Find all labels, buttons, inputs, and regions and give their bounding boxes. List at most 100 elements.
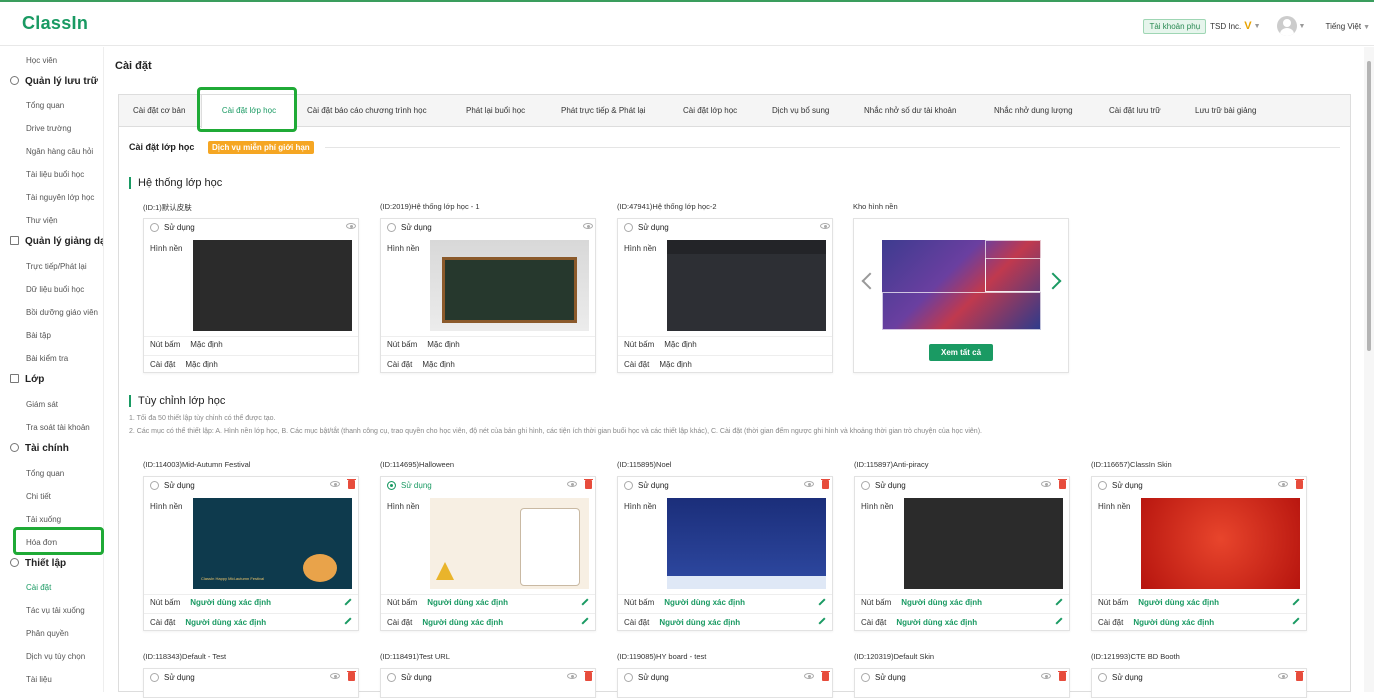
- sidebar-item[interactable]: Tài liệu buổi học: [26, 170, 84, 179]
- avatar[interactable]: [1276, 16, 1297, 36]
- sidebar-item[interactable]: Dữ liệu buổi học: [26, 285, 84, 294]
- edit-icon[interactable]: [344, 598, 352, 606]
- edit-icon[interactable]: [581, 617, 589, 625]
- sidebar-item[interactable]: Phân quyền: [26, 629, 69, 638]
- sidebar-item[interactable]: Trực tiếp/Phát lại: [26, 262, 87, 271]
- tab-item[interactable]: Dịch vụ bổ sung: [772, 95, 829, 127]
- sidebar-item[interactable]: Học viên: [26, 56, 57, 65]
- trash-icon[interactable]: [821, 671, 830, 681]
- sidebar-item[interactable]: Giám sát: [26, 400, 58, 409]
- tab-item[interactable]: Cài đặt báo cáo chương trình học: [307, 95, 427, 127]
- eye-icon[interactable]: [804, 673, 814, 679]
- sidebar-item[interactable]: Tải xuống: [26, 515, 61, 524]
- use-radio[interactable]: Sử dụng: [387, 481, 432, 490]
- edit-icon[interactable]: [1292, 617, 1300, 625]
- use-radio[interactable]: Sử dụng: [387, 673, 432, 682]
- edit-icon[interactable]: [818, 598, 826, 606]
- tab-item[interactable]: Cài đặt lưu trữ: [1109, 95, 1161, 127]
- tab-item[interactable]: Phát trực tiếp & Phát lại: [561, 95, 646, 127]
- use-radio[interactable]: Sử dụng: [624, 481, 669, 490]
- trash-icon[interactable]: [1295, 671, 1304, 681]
- page-scrollbar[interactable]: [1364, 47, 1374, 692]
- eye-icon[interactable]: [567, 673, 577, 679]
- sidebar-item[interactable]: Tài nguyên lớp học: [26, 193, 94, 202]
- trash-icon[interactable]: [1058, 671, 1067, 681]
- sidebar-item[interactable]: Tài liệu: [26, 675, 52, 684]
- background-thumbnail[interactable]: [904, 498, 1063, 589]
- trash-icon[interactable]: [821, 479, 830, 489]
- eye-icon[interactable]: [330, 673, 340, 679]
- sidebar-item[interactable]: Thư viện: [26, 216, 58, 225]
- trash-icon[interactable]: [347, 671, 356, 681]
- use-radio[interactable]: Sử dụng: [1098, 673, 1143, 682]
- edit-icon[interactable]: [818, 617, 826, 625]
- sidebar-item[interactable]: Tác vụ tải xuống: [26, 606, 85, 615]
- use-radio[interactable]: Sử dụng: [150, 481, 195, 490]
- background-thumbnail[interactable]: ClassIn Happy Mid-autumn Festival: [193, 498, 352, 589]
- classin-logo[interactable]: ClassIn: [22, 13, 88, 34]
- eye-icon[interactable]: [1041, 481, 1051, 487]
- sidebar-item[interactable]: Tổng quan: [26, 469, 64, 478]
- eye-icon[interactable]: [1278, 481, 1288, 487]
- tab-item[interactable]: Nhắc nhở dung lượng: [994, 95, 1073, 127]
- use-radio[interactable]: Sử dụng: [150, 223, 195, 232]
- use-radio[interactable]: Sử dụng: [861, 481, 906, 490]
- background-thumbnail[interactable]: [430, 240, 589, 331]
- sub-account-badge[interactable]: Tài khoản phụ: [1143, 18, 1207, 34]
- eye-icon[interactable]: [583, 223, 593, 229]
- edit-icon[interactable]: [1055, 617, 1063, 625]
- sidebar-item[interactable]: Ngân hàng câu hỏi: [26, 147, 93, 156]
- eye-icon[interactable]: [1278, 673, 1288, 679]
- use-radio[interactable]: Sử dụng: [861, 673, 906, 682]
- sidebar-group[interactable]: Quản lý giảng dạ: [10, 236, 103, 247]
- use-radio[interactable]: Sử dụng: [624, 673, 669, 682]
- sidebar-group[interactable]: Tài chính: [10, 443, 69, 454]
- see-all-button[interactable]: Xem tất cả: [929, 344, 994, 361]
- trash-icon[interactable]: [347, 479, 356, 489]
- background-thumbnail[interactable]: [1141, 498, 1300, 589]
- edit-icon[interactable]: [344, 617, 352, 625]
- scroll-thumb[interactable]: [1367, 61, 1371, 351]
- chevron-right-icon[interactable]: [1044, 272, 1062, 290]
- sidebar-item[interactable]: Bài kiểm tra: [26, 354, 68, 363]
- eye-icon[interactable]: [1041, 673, 1051, 679]
- sidebar-item[interactable]: Drive trường: [26, 124, 71, 133]
- tab-item[interactable]: Cài đặt lớp học: [683, 95, 737, 127]
- background-thumbnail[interactable]: [430, 498, 589, 589]
- eye-icon[interactable]: [567, 481, 577, 487]
- trash-icon[interactable]: [584, 479, 593, 489]
- use-radio[interactable]: Sử dụng: [150, 673, 195, 682]
- sidebar-group[interactable]: Lớp: [10, 374, 44, 385]
- use-radio[interactable]: Sử dụng: [387, 223, 432, 232]
- sidebar-item[interactable]: Chi tiết: [26, 492, 51, 501]
- org-name[interactable]: TSD Inc.: [1210, 22, 1241, 31]
- background-thumbnail[interactable]: [667, 498, 826, 589]
- chevron-down-icon[interactable]: ▼: [1299, 23, 1306, 30]
- eye-icon[interactable]: [804, 481, 814, 487]
- chevron-down-icon[interactable]: ▼: [1254, 23, 1261, 30]
- sidebar-item[interactable]: Bài tập: [26, 331, 51, 340]
- eye-icon[interactable]: [346, 223, 356, 229]
- sidebar-item[interactable]: Dịch vụ tùy chọn: [26, 652, 85, 661]
- use-radio[interactable]: Sử dụng: [1098, 481, 1143, 490]
- sidebar-group[interactable]: Thiết lập: [10, 558, 66, 569]
- chevron-left-icon[interactable]: [861, 272, 879, 290]
- tab-item[interactable]: Nhắc nhở số dư tài khoản: [864, 95, 956, 127]
- edit-icon[interactable]: [581, 598, 589, 606]
- background-thumbnail[interactable]: [193, 240, 352, 331]
- sidebar-item[interactable]: Bồi dưỡng giáo viên: [26, 308, 98, 317]
- use-radio[interactable]: Sử dụng: [624, 223, 669, 232]
- eye-icon[interactable]: [330, 481, 340, 487]
- eye-icon[interactable]: [820, 223, 830, 229]
- edit-icon[interactable]: [1055, 598, 1063, 606]
- sidebar-item[interactable]: Tra soát tài khoản: [26, 423, 90, 432]
- sidebar-item[interactable]: Cài đặt: [26, 583, 51, 592]
- trash-icon[interactable]: [1058, 479, 1067, 489]
- trash-icon[interactable]: [584, 671, 593, 681]
- edit-icon[interactable]: [1292, 598, 1300, 606]
- sidebar-group[interactable]: Quản lý lưu trữ: [10, 76, 98, 87]
- sidebar-item[interactable]: Tổng quan: [26, 101, 64, 110]
- language-selector[interactable]: Tiếng Việt ▼: [1325, 22, 1370, 31]
- tab-item[interactable]: Phát lại buổi học: [466, 95, 525, 127]
- tab-item[interactable]: Lưu trữ bài giảng: [1195, 95, 1256, 127]
